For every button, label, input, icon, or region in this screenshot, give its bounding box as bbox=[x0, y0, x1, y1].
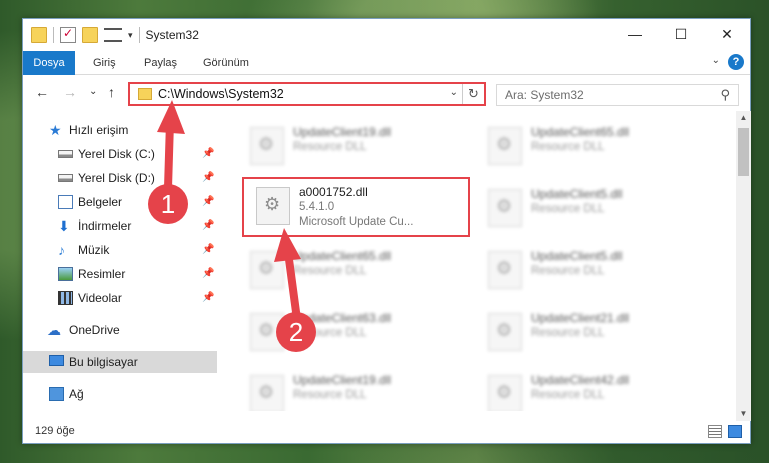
annotation-badge-2: 2 bbox=[276, 312, 316, 352]
annotation-arrow-2 bbox=[274, 228, 301, 316]
annotation-badge-1: 1 bbox=[148, 184, 188, 224]
